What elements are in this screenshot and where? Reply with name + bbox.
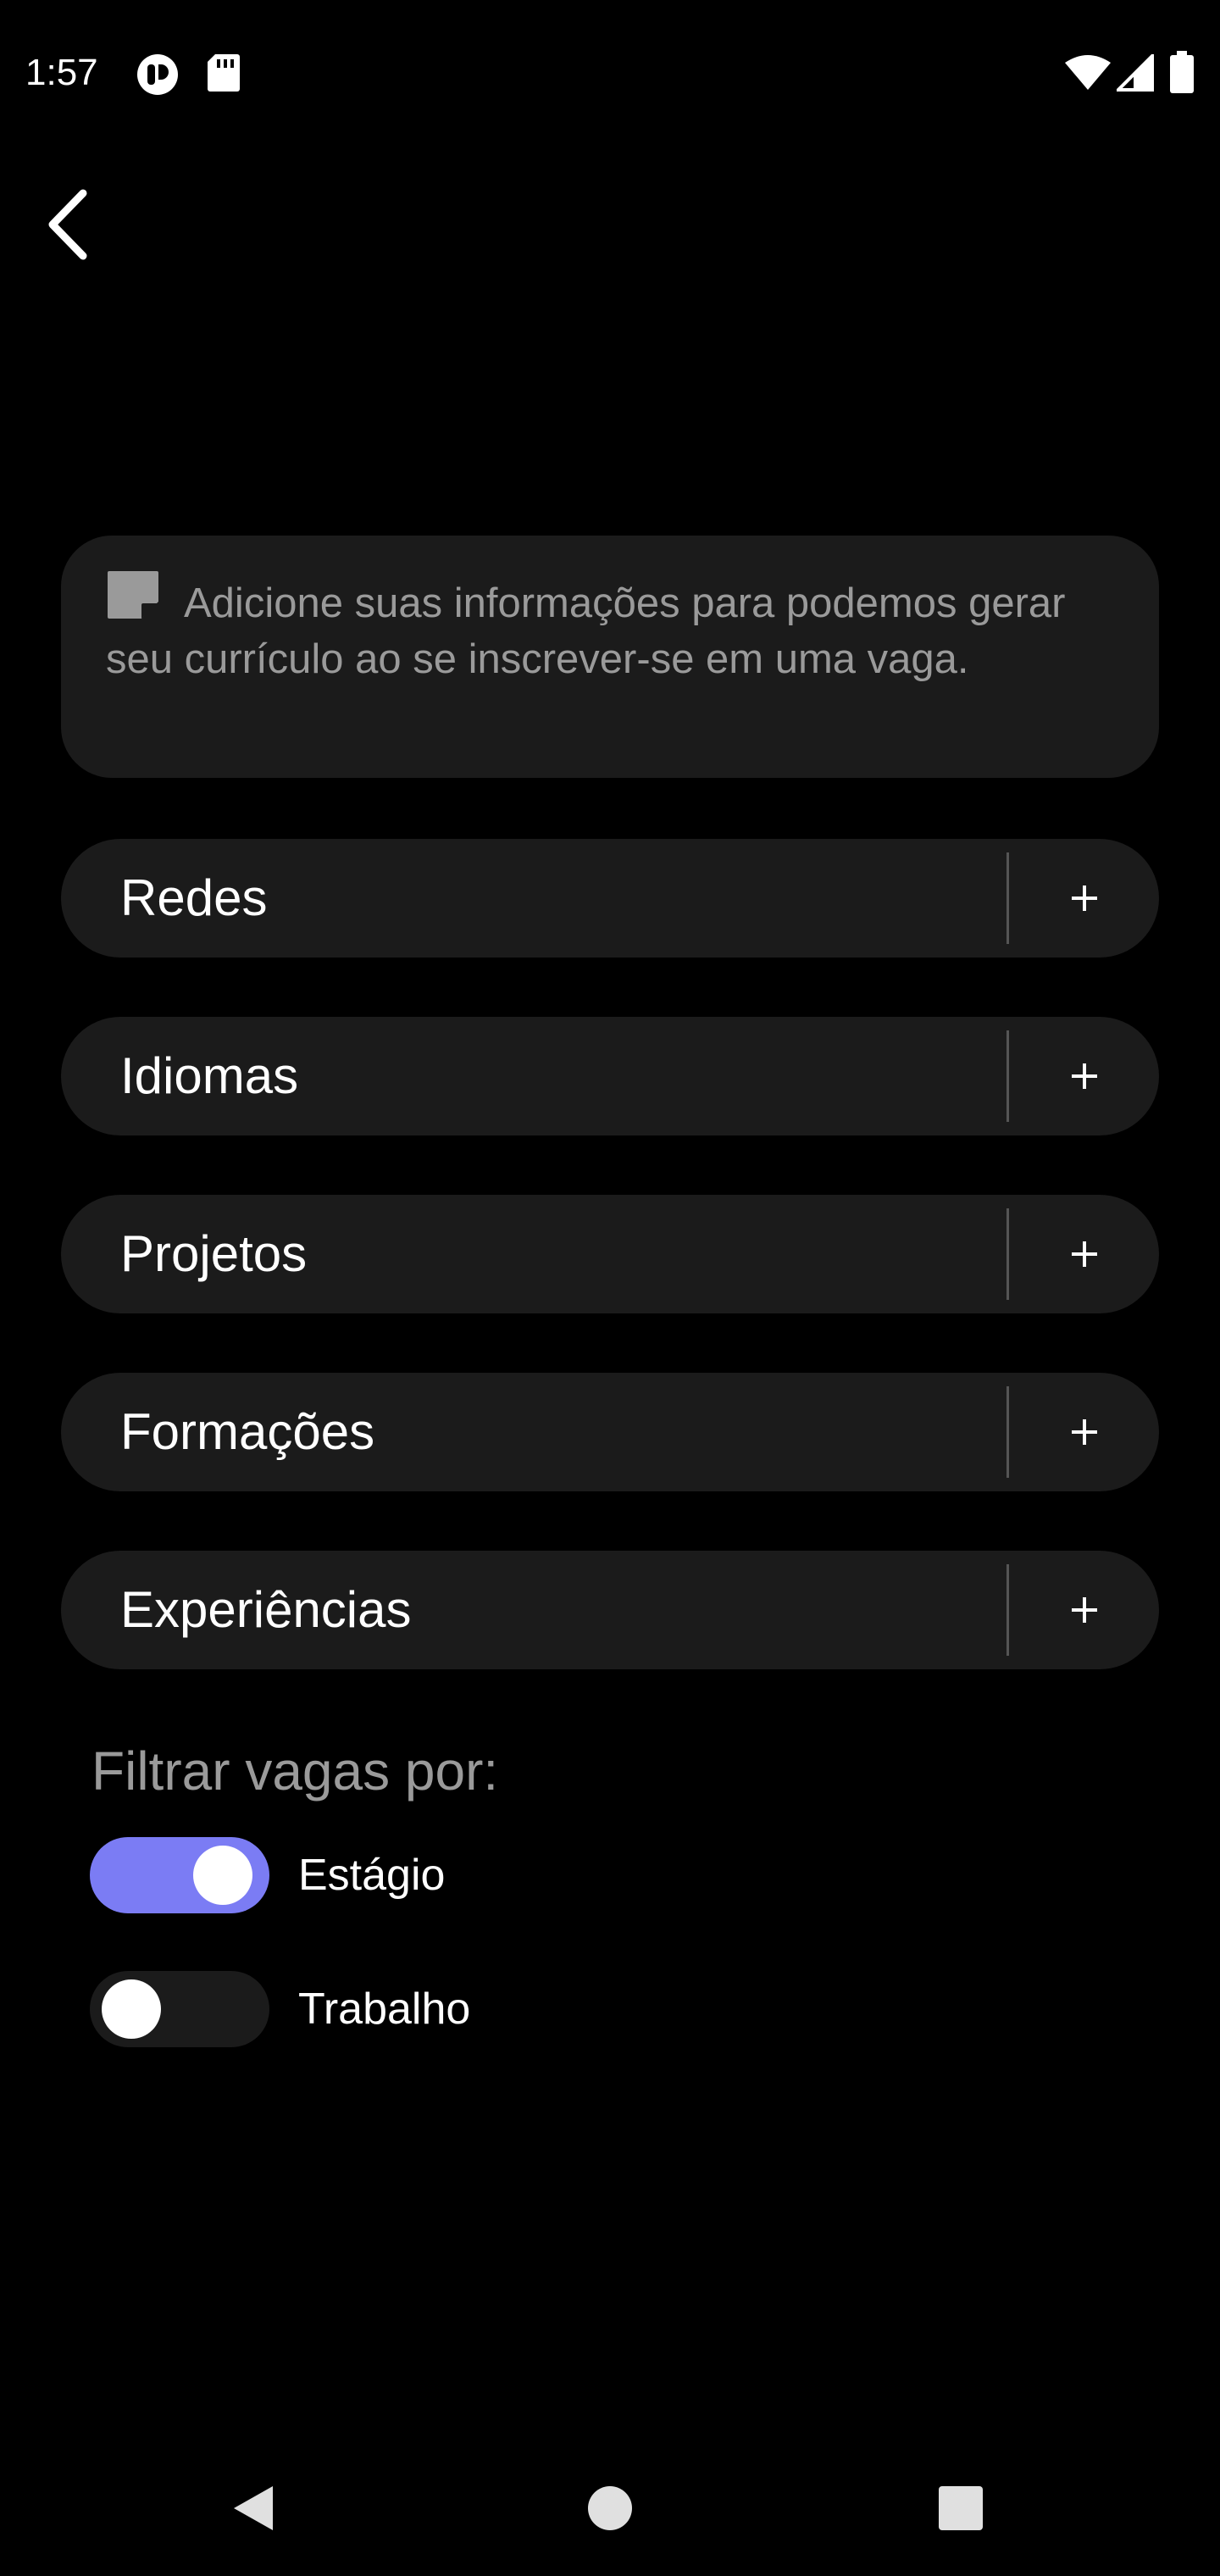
section-projetos[interactable]: Projetos (61, 1195, 1159, 1313)
add-formacoes-button[interactable] (1009, 1373, 1159, 1491)
add-redes-button[interactable] (1009, 839, 1159, 958)
estagio-switch[interactable] (90, 1837, 269, 1913)
section-label: Experiências (120, 1581, 412, 1638)
status-time: 1:57 (25, 52, 98, 93)
section-formacoes[interactable]: Formações (61, 1373, 1159, 1491)
status-bar: 1:57 (0, 0, 1220, 144)
toggle-row-trabalho: Trabalho (90, 1971, 683, 2047)
plus-icon (1071, 1419, 1097, 1445)
battery-icon (1169, 51, 1195, 97)
nav-back-icon (234, 2486, 273, 2530)
section-label: Formações (120, 1403, 375, 1460)
section-redes[interactable]: Redes (61, 839, 1159, 958)
plus-icon (1071, 1597, 1097, 1623)
add-idiomas-button[interactable] (1009, 1017, 1159, 1135)
section-experiencias[interactable]: Experiências (61, 1551, 1159, 1669)
note-icon (106, 569, 160, 620)
nav-home-icon (588, 2486, 632, 2530)
add-projetos-button[interactable] (1009, 1195, 1159, 1313)
switch-knob (102, 1979, 161, 2039)
section-idiomas[interactable]: Idiomas (61, 1017, 1159, 1135)
plus-icon (1071, 1241, 1097, 1267)
section-label: Idiomas (120, 1047, 299, 1104)
chevron-left-icon (48, 189, 87, 260)
switch-knob (193, 1846, 252, 1905)
nav-home-button[interactable] (568, 2466, 652, 2551)
trabalho-switch[interactable] (90, 1971, 269, 2047)
navigation-bar (0, 2440, 1220, 2576)
wifi-icon (1064, 54, 1112, 96)
cellular-signal-icon (1114, 52, 1154, 96)
info-text: Adicione suas informações para podemos g… (106, 580, 1066, 682)
plus-icon (1071, 1063, 1097, 1089)
nav-recents-icon (939, 2486, 983, 2530)
add-experiencias-button[interactable] (1009, 1551, 1159, 1669)
sd-card-icon (207, 53, 241, 97)
nav-back-button[interactable] (212, 2466, 297, 2551)
toggle-label: Trabalho (298, 1985, 471, 2034)
nav-recents-button[interactable] (918, 2466, 1003, 2551)
back-button[interactable] (25, 178, 110, 271)
toggle-row-estagio: Estágio (90, 1837, 683, 1913)
plus-icon (1071, 886, 1097, 911)
filter-title: Filtrar vagas por: (92, 1740, 499, 1802)
podcast-app-icon (136, 53, 180, 101)
section-label: Projetos (120, 1225, 308, 1282)
toggle-label: Estágio (298, 1851, 446, 1900)
info-card: Adicione suas informações para podemos g… (61, 536, 1159, 778)
section-label: Redes (120, 869, 268, 926)
